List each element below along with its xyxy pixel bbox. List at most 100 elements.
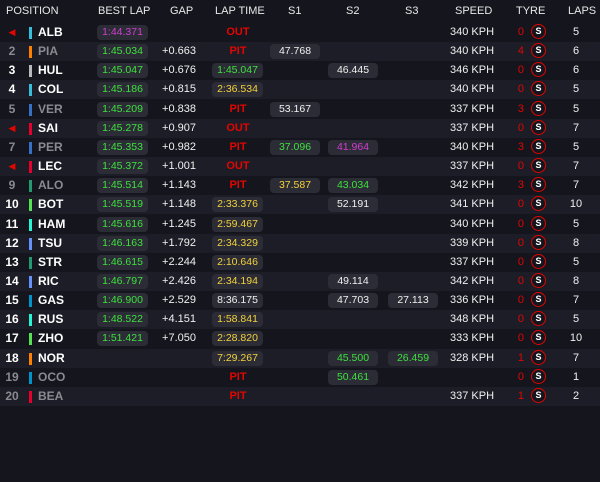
speed-value: 348 KPH [450, 313, 495, 326]
soft-tyre-icon: S [531, 272, 546, 288]
tyre-age: 0 [517, 160, 524, 173]
laps-count: 7 [572, 121, 580, 134]
team-color-bar [29, 237, 32, 250]
gap-value: +0.907 [162, 121, 196, 134]
soft-tyre-icon: S [531, 330, 546, 346]
sector-2-time: 45.500 [328, 350, 378, 366]
laps-count: 5 [572, 140, 580, 153]
lap-time: 7:29.267 [212, 350, 263, 366]
team-color-bar [29, 333, 32, 346]
table-row[interactable]: 13 STR 1:46.615 +2.244 2:10.646 337 KPH 0 S 5 [0, 253, 600, 272]
position-number: 17 [5, 331, 19, 346]
table-row[interactable]: 16 RUS 1:48.522 +4.151 1:58.841 348 KPH 0 S 5 [0, 310, 600, 330]
gap-value: +1.792 [162, 236, 196, 249]
team-color-bar [29, 46, 32, 59]
sector-1-time: 53.167 [270, 101, 320, 117]
sector-2-time: 46.445 [328, 63, 378, 79]
table-row[interactable]: 17 ZHO 1:51.421 +7.050 2:28.820 333 KPH 0 S 10 [0, 329, 600, 348]
sector-2-time: 47.703 [328, 293, 378, 309]
driver-code: SAI [38, 120, 59, 135]
position-number: 15 [5, 293, 19, 308]
status-label: PIT [229, 140, 247, 153]
tyre-age: 0 [517, 236, 524, 249]
laps-count: 6 [572, 45, 580, 58]
table-row[interactable]: 20 BEA PIT 337 KPH 1 S 2 [0, 386, 600, 406]
lap-time: 2:36.534 [212, 82, 263, 98]
table-row[interactable]: 7 PER 1:45.353 +0.982 PIT 37.096 41.964 340 KPH… [0, 138, 600, 157]
tyre-age: 0 [517, 313, 524, 326]
soft-tyre-icon: S [531, 387, 546, 403]
table-row[interactable]: 18 NOR 7:29.267 45.500 26.459 328 KPH 1 S 7 [0, 348, 600, 368]
header-gap: GAP [170, 5, 194, 17]
soft-tyre-icon: S [531, 177, 546, 193]
best-lap-time: 1:51.421 [97, 331, 148, 347]
speed-value: 328 KPH [450, 351, 495, 364]
table-row[interactable]: ◀ ALB 1:44.371 OUT 340 KPH 0 S 5 [0, 23, 600, 42]
table-row[interactable]: 2 PIA 1:45.034 +0.663 PIT 47.768 340 KPH 4 S 6 [0, 42, 600, 62]
best-lap-time: 1:45.372 [97, 159, 148, 175]
driver-code: VER [38, 101, 63, 116]
best-lap-time: 1:48.522 [97, 312, 148, 328]
speed-value: 341 KPH [450, 198, 495, 211]
laps-count: 5 [572, 217, 580, 230]
gap-value: +1.001 [162, 160, 196, 173]
soft-tyre-icon: S [531, 292, 546, 308]
table-row[interactable]: 12 TSU 1:46.163 +1.792 2:34.329 339 KPH 0 S 8 [0, 233, 600, 253]
table-row[interactable]: 11 HAM 1:45.616 +1.245 2:59.467 340 KPH 0 S 5 [0, 215, 600, 234]
position-number: 19 [5, 369, 19, 384]
status-label: PIT [229, 389, 247, 402]
best-lap-time: 1:46.797 [97, 273, 148, 289]
status-label: PIT [229, 370, 247, 383]
team-color-bar [29, 180, 32, 193]
best-lap-time: 1:45.519 [97, 197, 148, 213]
table-row[interactable]: 15 GAS 1:46.900 +2.529 8:36.175 47.703 27.113 3… [0, 291, 600, 310]
team-color-bar [29, 371, 32, 384]
table-row[interactable]: 10 BOT 1:45.519 +1.148 2:33.376 52.191 341 KPH… [0, 195, 600, 215]
driver-code: HAM [38, 216, 66, 231]
position-number: 12 [5, 235, 19, 250]
sector-1-time: 47.768 [270, 44, 320, 60]
out-marker-icon: ◀ [8, 122, 16, 133]
table-row[interactable]: 14 RIC 1:46.797 +2.426 2:34.194 49.114 342 KPH… [0, 271, 600, 291]
soft-tyre-icon: S [531, 81, 546, 97]
sector-1-time: 37.587 [270, 178, 320, 194]
driver-code: HUL [38, 63, 63, 78]
lap-time: 2:33.376 [212, 197, 263, 213]
lap-time: 8:36.175 [212, 293, 263, 309]
table-row[interactable]: 3 HUL 1:45.047 +0.676 1:45.047 46.445 346 KPH 0… [0, 61, 600, 80]
position-number: 13 [5, 254, 19, 269]
team-color-bar [29, 161, 32, 174]
driver-code: NOR [38, 350, 65, 365]
laps-count: 8 [572, 274, 580, 287]
table-row[interactable]: 9 ALO 1:45.514 +1.143 PIT 37.587 43.034 342 KPH… [0, 176, 600, 195]
speed-value: 337 KPH [450, 160, 495, 173]
position-number: 14 [5, 273, 19, 288]
lap-time: 2:59.467 [212, 216, 263, 232]
table-row[interactable]: 19 OCO PIT 50.461 0 S 1 [0, 368, 600, 387]
speed-value: 337 KPH [450, 389, 495, 402]
team-color-bar [29, 199, 32, 212]
header-s3: S3 [405, 5, 419, 17]
driver-code: OCO [38, 369, 66, 384]
soft-tyre-icon: S [531, 100, 546, 116]
best-lap-time: 1:45.514 [97, 178, 148, 194]
speed-value: 340 KPH [450, 45, 495, 58]
lap-time: 2:28.820 [212, 331, 263, 347]
gap-value: +0.982 [162, 140, 196, 153]
sector-2-time: 49.114 [328, 273, 378, 289]
best-lap-time: 1:44.371 [97, 25, 148, 40]
table-row[interactable]: ◀ SAI 1:45.278 +0.907 OUT 337 KPH 0 S 7 [0, 118, 600, 138]
soft-tyre-icon: S [531, 43, 546, 59]
table-row[interactable]: 5 VER 1:45.209 +0.838 PIT 53.167 337 KPH 3 S 5 [0, 100, 600, 119]
laps-count: 5 [572, 102, 580, 115]
table-row[interactable]: 4 COL 1:45.186 +0.815 2:36.534 340 KPH 0 S 5 [0, 80, 600, 100]
laps-count: 2 [572, 389, 580, 402]
best-lap-time: 1:45.034 [97, 44, 148, 60]
team-color-bar [29, 65, 32, 78]
tyre-age: 1 [517, 351, 524, 364]
laps-count: 5 [572, 255, 580, 268]
position-number: 5 [8, 101, 16, 116]
driver-code: ALB [38, 25, 63, 39]
tyre-age: 3 [517, 140, 524, 153]
table-row[interactable]: ◀ LEC 1:45.372 +1.001 OUT 337 KPH 0 S 7 [0, 157, 600, 177]
